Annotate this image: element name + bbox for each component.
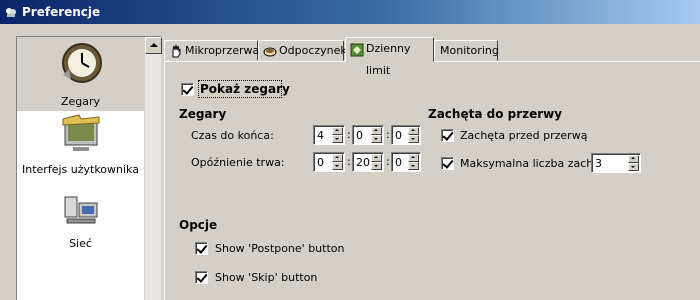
time-left-hours-stepper[interactable]: 4 [313,125,345,145]
tab-micro-break[interactable]: Mikroprzerwa [164,40,260,61]
stepper-up-button[interactable] [408,154,419,162]
tab-label: Monitoring [440,44,499,57]
stepper-value: 0 [356,129,363,142]
sidebar-item-label: Zegary [60,95,101,108]
stepper-up-button[interactable] [408,127,419,135]
clock-icon [62,43,102,83]
prompt-before-checkbox[interactable] [441,129,454,142]
sidebar-item-interface[interactable]: Interfejs użytkownika [17,113,144,181]
stepper-value: 0 [317,156,324,169]
stepper-up-button[interactable] [332,154,343,162]
interface-icon [62,114,100,151]
stepper-down-button[interactable] [332,135,343,143]
preferences-sidebar[interactable]: Zegary Interfejs użytkownika Sieć [16,36,162,300]
stepper-value: 4 [317,129,324,142]
stepper-down-button[interactable] [371,135,382,143]
stepper-down-button[interactable] [408,135,419,143]
show-clocks-checkbox[interactable] [181,83,194,96]
title-bar[interactable]: Preferencje [0,0,700,24]
tab-rest-break[interactable]: Odpoczynek [258,40,347,61]
prompt-heading: Zachęta do przerwy [428,107,563,121]
show-postpone-checkbox[interactable] [195,242,208,255]
app-icon [6,8,16,17]
time-separator: : [386,128,390,141]
stepper-value: 20 [356,156,370,169]
title-divider [0,24,700,26]
stepper-up-button[interactable] [628,155,639,163]
tab-daily-limit[interactable]: Dzienny limit [345,37,434,77]
stepper-up-button[interactable] [371,154,382,162]
stepper-down-button[interactable] [371,162,382,170]
sidebar-item-network[interactable]: Sieć [17,187,144,250]
stepper-down-button[interactable] [332,162,343,170]
stepper-value: 0 [395,156,402,169]
time-separator: : [347,128,351,141]
max-prompts-checkbox[interactable] [441,157,454,170]
sidebar-item-label: Sieć [69,237,92,250]
tab-label: Odpoczynek [279,44,347,57]
max-prompts-label: Maksymalna liczba zachęt: [460,157,609,170]
postpone-seconds-stepper[interactable]: 0 [391,152,421,172]
postpone-minutes-stepper[interactable]: 20 [352,152,384,172]
window-title: Preferencje [22,5,101,19]
postpone-hours-stepper[interactable]: 0 [313,152,345,172]
daily-limit-panel: Pokaż zegary Zegary Czas do końca: 4 : 0… [164,61,700,300]
prompt-before-label: Zachęta przed przerwą [460,129,588,142]
show-clocks-label: Pokaż zegary [200,82,290,96]
tab-monitoring[interactable]: Monitoring [434,40,499,61]
limit-icon [350,43,364,57]
stepper-up-button[interactable] [332,127,343,135]
stepper-value: 0 [395,129,402,142]
tab-label: Mikroprzerwa [185,44,260,57]
stepper-up-button[interactable] [371,127,382,135]
show-skip-label: Show 'Skip' button [215,271,318,284]
hand-icon [172,44,181,58]
stepper-value: 3 [595,157,602,170]
time-separator: : [386,155,390,168]
sidebar-item-label: Interfejs użytkownika [22,163,139,176]
clocks-heading: Zegary [179,107,227,121]
stepper-down-button[interactable] [408,162,419,170]
show-postpone-label: Show 'Postpone' button [215,242,345,255]
show-skip-checkbox[interactable] [195,271,208,284]
time-left-label: Czas do końca: [191,129,274,142]
max-prompts-stepper[interactable]: 3 [591,153,641,173]
sidebar-item-clocks[interactable]: Zegary [17,37,144,111]
postpone-label: Opóźnienie trwa: [191,156,285,169]
cup-icon [263,47,277,57]
scroll-up-button[interactable] [145,37,162,54]
time-left-seconds-stepper[interactable]: 0 [391,125,421,145]
stepper-down-button[interactable] [628,163,639,171]
sidebar-scrollbar[interactable] [144,37,162,300]
options-heading: Opcje [179,218,218,232]
time-separator: : [347,155,351,168]
network-icon [64,196,98,224]
time-left-minutes-stepper[interactable]: 0 [352,125,384,145]
